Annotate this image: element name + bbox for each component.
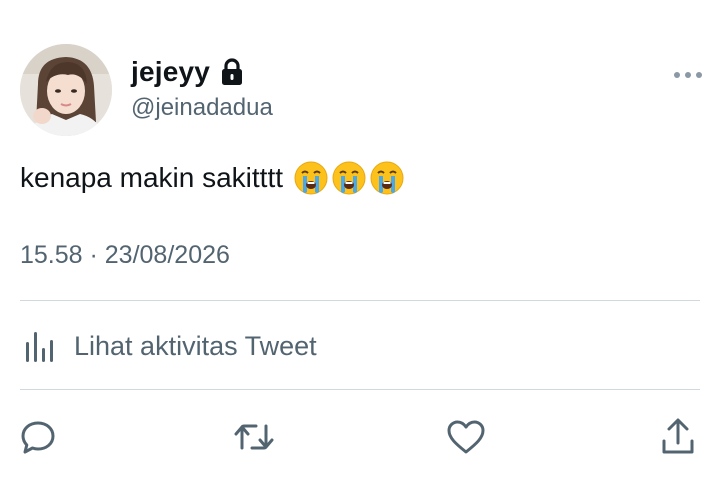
tweet-card: jejeyy @jeinadadua kenapa makin sakitttt (0, 0, 719, 486)
heart-icon (446, 419, 486, 460)
user-handle[interactable]: @jeinadadua (131, 94, 273, 122)
like-button[interactable] (444, 418, 488, 460)
name-row: jejeyy (131, 54, 244, 90)
more-options-icon[interactable] (672, 66, 704, 84)
divider (20, 389, 700, 390)
share-icon (659, 417, 697, 462)
retweet-icon (232, 418, 276, 461)
view-tweet-activity-link[interactable]: Lihat aktivitas Tweet (20, 324, 317, 368)
tweet-text: kenapa makin sakitttt (20, 158, 407, 198)
avatar-photo (20, 44, 112, 136)
avatar[interactable] (20, 44, 112, 136)
loudly-crying-face-icon (369, 160, 405, 196)
tweet-timestamp[interactable]: 15.58 · 23/08/2026 (20, 241, 230, 270)
activity-label: Lihat aktivitas Tweet (74, 330, 317, 361)
reply-icon (19, 418, 57, 461)
retweet-button[interactable] (232, 418, 276, 460)
display-name[interactable]: jejeyy (131, 56, 210, 88)
lock-icon (220, 58, 244, 86)
tweet-body: kenapa makin sakitttt (20, 162, 284, 193)
emoji-group (293, 160, 407, 196)
loudly-crying-face-icon (331, 160, 367, 196)
divider (20, 300, 700, 301)
loudly-crying-face-icon (293, 160, 329, 196)
bar-chart-icon (20, 328, 60, 364)
reply-button[interactable] (16, 418, 60, 460)
share-button[interactable] (656, 418, 700, 460)
